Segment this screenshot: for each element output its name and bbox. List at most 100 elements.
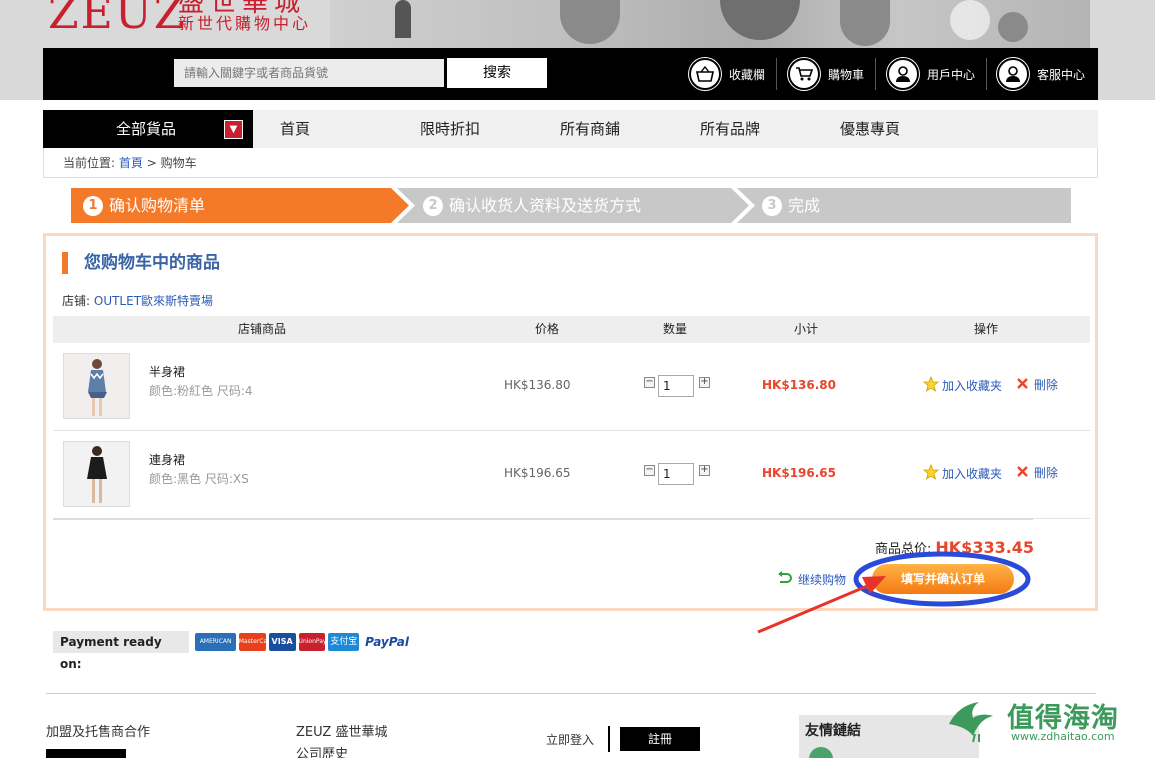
star-icon <box>922 375 940 395</box>
annotation-arrow <box>757 576 886 634</box>
quantity-input[interactable] <box>658 463 694 485</box>
step-3: 3 完成 <box>762 188 820 223</box>
col-subtotal: 小计 <box>794 322 819 336</box>
globe-icon <box>809 747 833 758</box>
step-1: 1 确认购物清单 <box>83 188 205 223</box>
mastercard-icon: MasterCard <box>238 633 266 651</box>
product-thumbnail[interactable] <box>63 353 130 419</box>
basket-icon <box>689 58 721 90</box>
unionpay-icon: UnionPay <box>298 633 326 651</box>
table-row: 半身裙 颜色:粉紅色 尺码:4 HK$136.80 − + HK$136.80 … <box>53 343 1090 431</box>
store-label: 店铺: <box>62 294 91 308</box>
delete-button[interactable]: 刪除 <box>1016 464 1058 481</box>
user-icon <box>887 58 919 90</box>
product-name[interactable]: 半身裙 <box>149 363 185 380</box>
toplink-support[interactable]: 客服中心 <box>997 58 1085 90</box>
main-nav: 全部貨品 ▼ 首頁 限時折扣 所有商鋪 所有品牌 優惠專頁 <box>43 110 1098 148</box>
logo-cn-subtitle: 新世代購物中心 <box>178 14 312 33</box>
register-button[interactable]: 註冊 <box>620 727 700 751</box>
breadcrumb: 当前位置: 首頁 > 购物车 <box>63 154 197 171</box>
table-row: 連身裙 颜色:黑色 尺码:XS HK$196.65 − + HK$196.65 … <box>53 431 1090 519</box>
footer-company-title[interactable]: ZEUZ 盛世華城 <box>296 721 387 740</box>
search-input[interactable] <box>174 59 444 87</box>
step-number: 3 <box>762 195 782 216</box>
page: ZEUZ 盛世華城 新世代購物中心 搜索 收藏欄 購物車 用戶中心 <box>0 0 1155 758</box>
toplink-user-center[interactable]: 用戶中心 <box>887 58 988 90</box>
logo-text[interactable]: ZEUZ <box>48 0 186 36</box>
footer-company-history[interactable]: 公司歷史 <box>296 743 348 758</box>
breadcrumb-home-link[interactable]: 首頁 <box>119 156 143 170</box>
close-icon <box>1016 465 1029 481</box>
delete-button[interactable]: 刪除 <box>1016 376 1058 393</box>
toplink-cart[interactable]: 購物車 <box>788 58 877 90</box>
payment-label: Payment ready on: <box>53 631 190 671</box>
paypal-icon: PayPal <box>365 635 409 649</box>
amex-icon: AMERICAN EXPRESS <box>195 633 236 651</box>
search-button[interactable]: 搜索 <box>447 58 547 88</box>
qty-decrease-button[interactable]: − <box>644 377 655 388</box>
breadcrumb-bar: 当前位置: 首頁 > 购物车 <box>43 148 1098 178</box>
product-name[interactable]: 連身裙 <box>149 451 185 468</box>
footer-black-button[interactable] <box>46 749 126 758</box>
store-link[interactable]: OUTLET歐來斯特賣場 <box>94 294 213 308</box>
watermark-url: www.zdhaitao.com <box>1011 730 1115 743</box>
friend-links-title: 友情鏈結 <box>805 723 861 739</box>
banner-clock <box>950 0 990 40</box>
step-2: 2 确认收货人资料及送货方式 <box>423 188 641 223</box>
delete-label: 刪除 <box>1034 378 1059 392</box>
qty-increase-button[interactable]: + <box>699 377 710 388</box>
watermark: 值得海淘 www.zdhaitao.com <box>945 694 1145 744</box>
quantity-input[interactable] <box>658 375 694 397</box>
add-to-favorites-button[interactable]: 加入收藏夹 <box>922 463 1003 483</box>
step-label: 确认购物清单 <box>109 196 206 215</box>
nav-item-promotions[interactable]: 優惠專頁 <box>840 110 900 148</box>
nav-item-flash-sale[interactable]: 限時折扣 <box>420 110 480 148</box>
table-bottom-rule <box>53 518 1033 520</box>
col-price: 价格 <box>535 322 560 336</box>
support-icon <box>997 58 1029 90</box>
toplink-label: 購物車 <box>828 67 865 82</box>
delete-label: 刪除 <box>1034 466 1059 480</box>
breadcrumb-prefix: 当前位置: <box>63 156 116 170</box>
product-thumbnail[interactable] <box>63 441 130 507</box>
favorites-label: 加入收藏夹 <box>942 467 1003 481</box>
qty-increase-button[interactable]: + <box>699 465 710 476</box>
toplink-favorites[interactable]: 收藏欄 <box>689 58 778 90</box>
add-to-favorites-button[interactable]: 加入收藏夹 <box>922 375 1002 395</box>
step-label: 确认收货人资料及送货方式 <box>449 196 642 215</box>
divider <box>986 58 988 90</box>
nav-item-all-shops[interactable]: 所有商鋪 <box>560 110 620 148</box>
payment-methods: Payment ready on: AMERICAN EXPRESS Maste… <box>53 631 409 671</box>
star-icon <box>922 463 940 483</box>
bird-logo-icon <box>949 702 993 743</box>
step-label: 完成 <box>788 196 821 215</box>
nav-item-home[interactable]: 首頁 <box>280 110 310 148</box>
col-quantity: 数量 <box>663 322 688 336</box>
qty-decrease-button[interactable]: − <box>644 465 655 476</box>
breadcrumb-current: 购物车 <box>160 156 197 170</box>
product-attributes: 颜色:黑色 尺码:XS <box>149 472 249 486</box>
footer-separator <box>608 726 610 752</box>
footer-franchise-title[interactable]: 加盟及托售商合作 <box>46 721 150 740</box>
all-goods-label: 全部貨品 <box>116 120 177 138</box>
close-icon <box>1016 377 1029 393</box>
all-goods-menu[interactable]: 全部貨品 ▼ <box>43 110 253 148</box>
banner-bottle <box>395 0 411 38</box>
visa-icon: VISA <box>268 633 296 651</box>
product-subtotal: HK$196.65 <box>762 466 836 480</box>
banner-ornament <box>998 12 1028 42</box>
footer-login-link[interactable]: 立即登入 <box>546 731 594 748</box>
store-line: 店铺: OUTLET歐來斯特賣場 <box>62 292 213 309</box>
checkout-steps: 1 确认购物清单 2 确认收货人资料及送货方式 3 完成 <box>71 188 1071 223</box>
toplink-label: 收藏欄 <box>729 67 766 82</box>
cart-title: 您购物车中的商品 <box>62 252 220 274</box>
product-attributes: 颜色:粉紅色 尺码:4 <box>149 384 253 398</box>
product-subtotal: HK$136.80 <box>762 378 836 392</box>
col-actions: 操作 <box>974 322 999 336</box>
alipay-icon: 支付宝 <box>328 633 360 651</box>
breadcrumb-separator: > <box>146 156 157 170</box>
toplink-label: 客服中心 <box>1037 67 1086 82</box>
top-bar: 搜索 收藏欄 購物車 用戶中心 客服中心 <box>43 48 1098 100</box>
nav-item-all-brands[interactable]: 所有品牌 <box>700 110 760 148</box>
chevron-down-icon[interactable]: ▼ <box>224 120 243 139</box>
